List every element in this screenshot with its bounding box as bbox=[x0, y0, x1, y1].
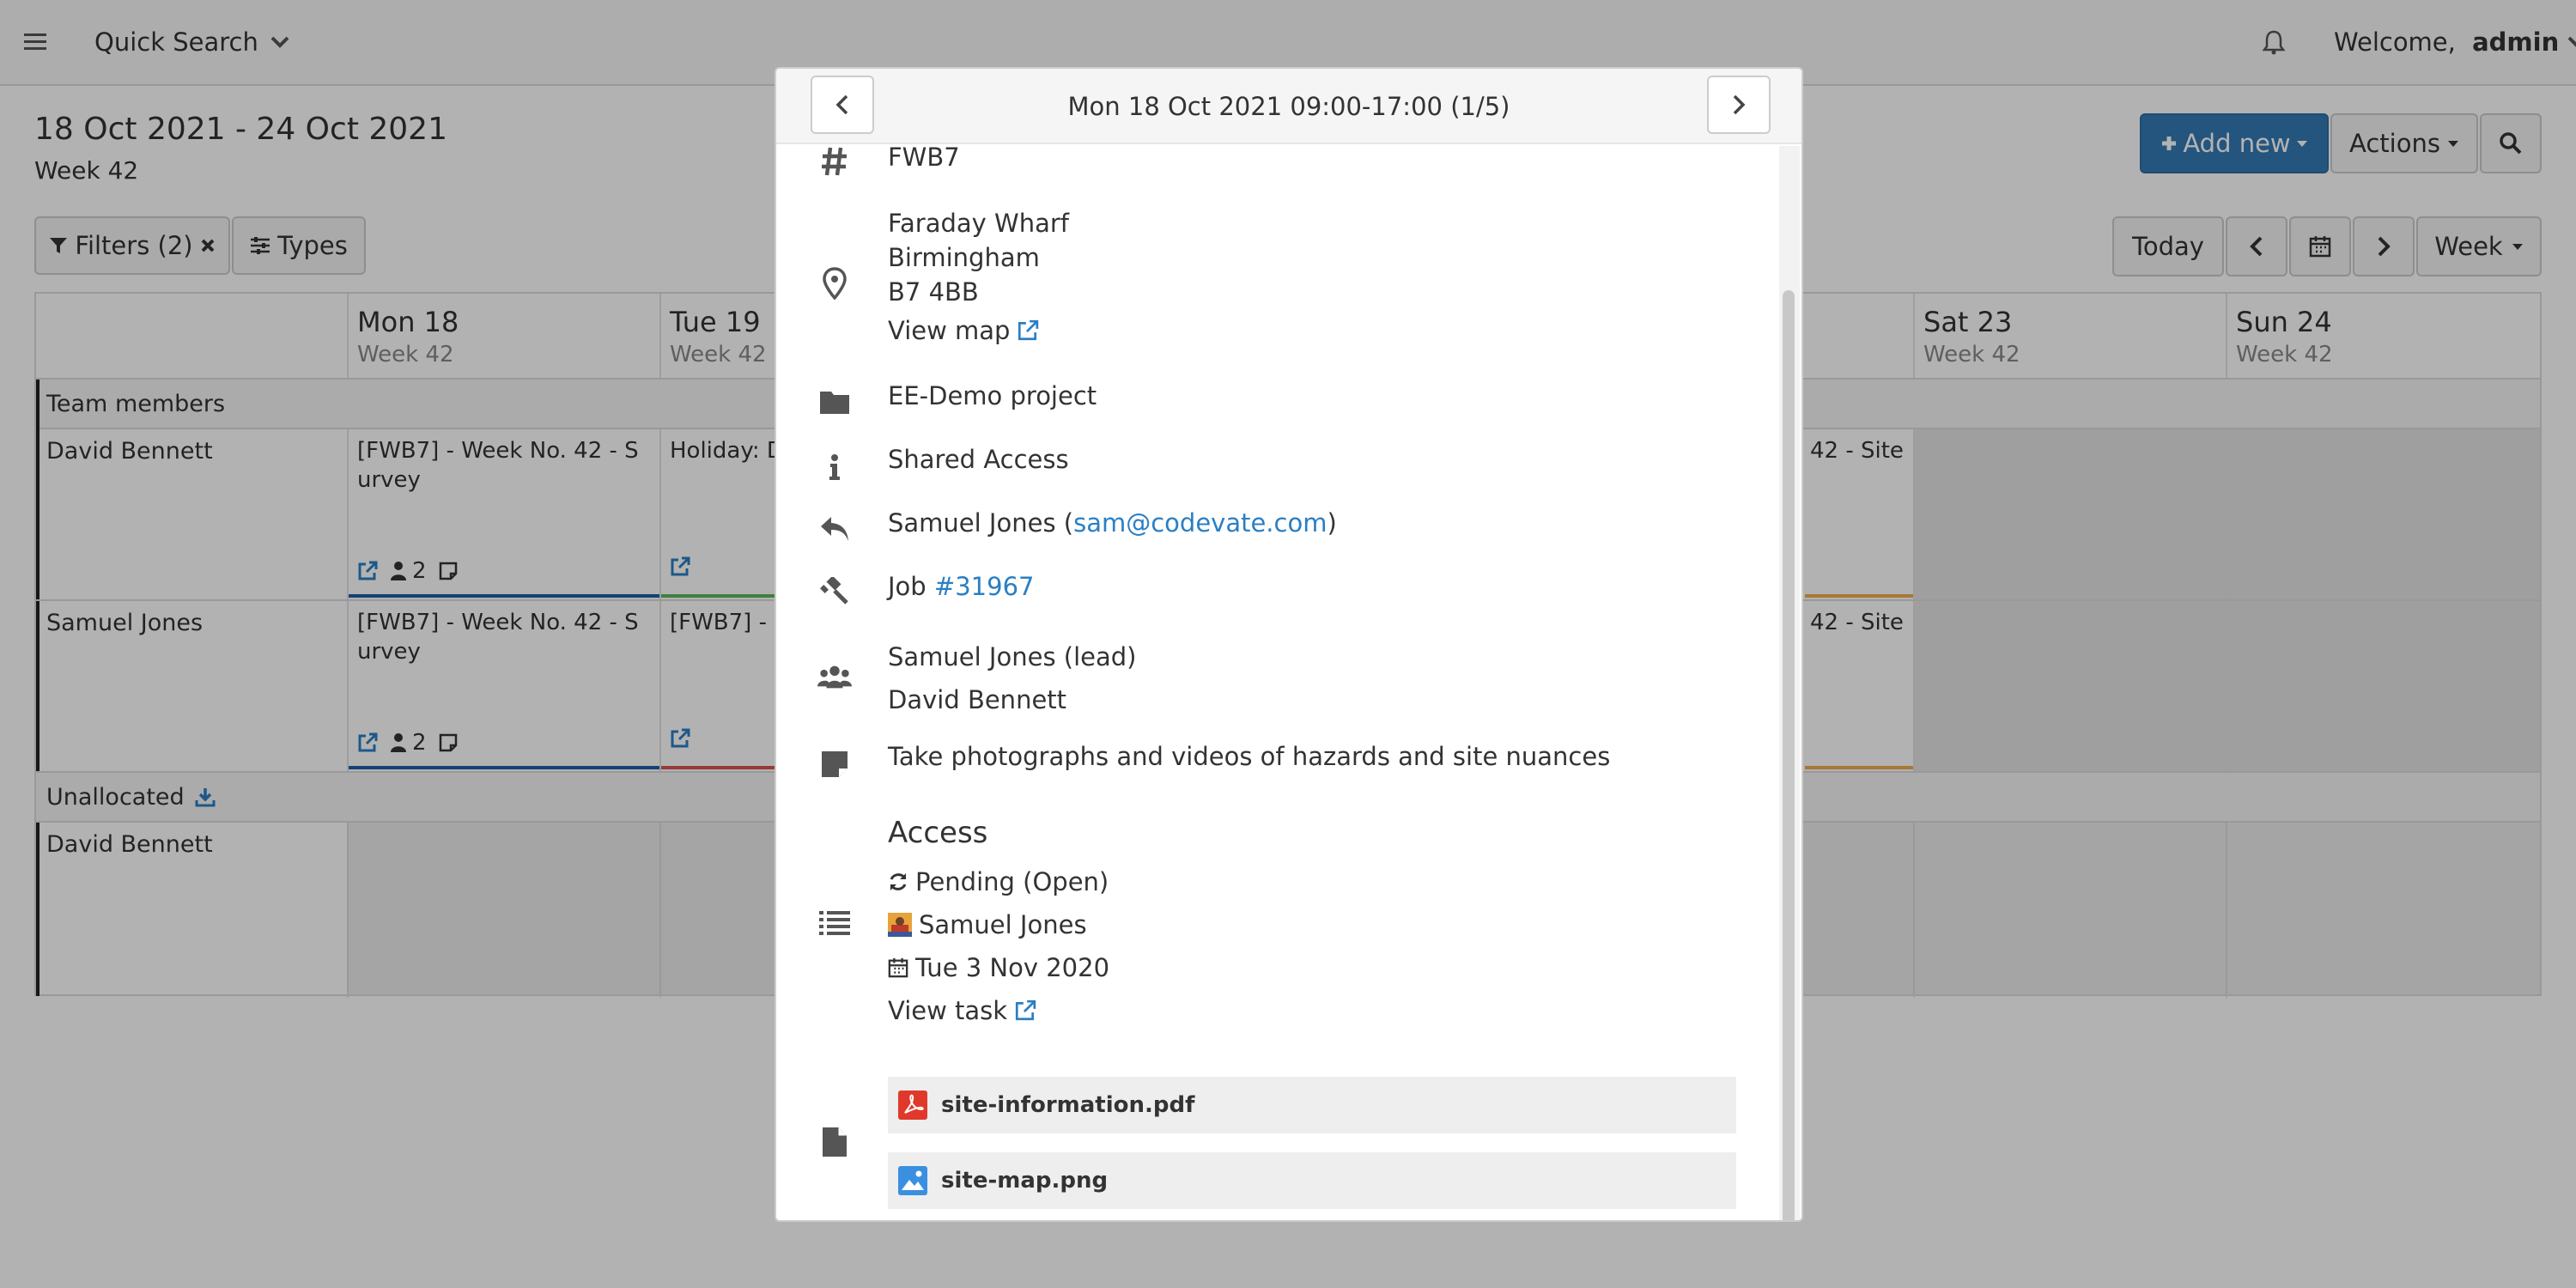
site-reference-link[interactable]: FWB7 bbox=[888, 143, 960, 172]
modal-scrollbar-thumb[interactable] bbox=[1783, 290, 1795, 1220]
contact-name: Samuel Jones ( bbox=[888, 508, 1074, 538]
attachment-image-name: site-map.png bbox=[941, 1168, 1109, 1194]
map-marker-icon bbox=[817, 266, 852, 301]
view-task-label: View task bbox=[888, 996, 1008, 1025]
refresh-icon bbox=[888, 872, 908, 892]
file-icon bbox=[817, 1125, 852, 1159]
access-type: Shared Access bbox=[888, 445, 1069, 474]
modal-title: Mon 18 Oct 2021 09:00-17:00 (1/5) bbox=[1067, 92, 1510, 121]
sticky-note-icon bbox=[817, 747, 852, 781]
pdf-file-icon bbox=[898, 1091, 927, 1120]
avatar bbox=[888, 913, 912, 937]
task-date-text: Tue 3 Nov 2020 bbox=[915, 953, 1110, 982]
reply-icon bbox=[817, 512, 852, 546]
team-list: Samuel Jones (lead) David Bennett bbox=[888, 635, 1136, 721]
job-number-link[interactable]: #31967 bbox=[934, 572, 1035, 601]
attachment-pdf[interactable]: site-information.pdf bbox=[888, 1077, 1736, 1133]
task-assignee: Samuel Jones bbox=[888, 910, 1087, 939]
image-file-icon bbox=[898, 1166, 927, 1195]
event-note: Take photographs and videos of hazards a… bbox=[888, 742, 1611, 771]
site-address: Faraday Wharf Birmingham B7 4BB bbox=[888, 206, 1069, 309]
address-line-3: B7 4BB bbox=[888, 277, 979, 307]
project-name: EE-Demo project bbox=[888, 381, 1097, 410]
modal-header: Mon 18 Oct 2021 09:00-17:00 (1/5) bbox=[776, 69, 1801, 144]
view-map-link[interactable]: View map bbox=[888, 316, 1039, 345]
address-line-1: Faraday Wharf bbox=[888, 209, 1070, 238]
task-assignee-name: Samuel Jones bbox=[919, 910, 1087, 939]
chevron-left-icon bbox=[835, 94, 849, 116]
gavel-icon bbox=[817, 575, 852, 610]
task-list-icon bbox=[817, 905, 852, 939]
external-link-icon bbox=[1014, 999, 1036, 1022]
attachment-pdf-name: site-information.pdf bbox=[941, 1092, 1195, 1118]
task-date: Tue 3 Nov 2020 bbox=[888, 953, 1109, 982]
contact-email-link[interactable]: sam@codevate.com bbox=[1073, 508, 1327, 538]
calendar-icon bbox=[888, 957, 908, 978]
external-link-icon bbox=[1017, 319, 1039, 342]
view-task-link[interactable]: View task bbox=[888, 996, 1036, 1025]
info-icon bbox=[817, 450, 852, 484]
users-icon bbox=[817, 659, 852, 694]
address-line-2: Birmingham bbox=[888, 243, 1040, 272]
previous-event-button[interactable] bbox=[811, 76, 874, 134]
next-event-button[interactable] bbox=[1707, 76, 1771, 134]
folder-icon bbox=[817, 385, 852, 419]
attachment-image[interactable]: site-map.png bbox=[888, 1152, 1736, 1209]
view-map-label: View map bbox=[888, 316, 1011, 345]
hashtag-icon bbox=[817, 144, 852, 179]
task-status: Pending (Open) bbox=[888, 867, 1109, 896]
team-member-lead: Samuel Jones (lead) bbox=[888, 642, 1137, 671]
event-details-modal: Mon 18 Oct 2021 09:00-17:00 (1/5) FWB7 F… bbox=[775, 67, 1803, 1222]
contact-close: ) bbox=[1327, 508, 1337, 538]
job-label: Job bbox=[888, 572, 934, 601]
task-status-text: Pending (Open) bbox=[915, 867, 1109, 896]
chevron-right-icon bbox=[1732, 94, 1746, 116]
contact-info: Samuel Jones (sam@codevate.com) bbox=[888, 508, 1337, 538]
team-member: David Bennett bbox=[888, 685, 1067, 714]
task-heading: Access bbox=[888, 816, 988, 850]
job-info: Job #31967 bbox=[888, 572, 1034, 601]
